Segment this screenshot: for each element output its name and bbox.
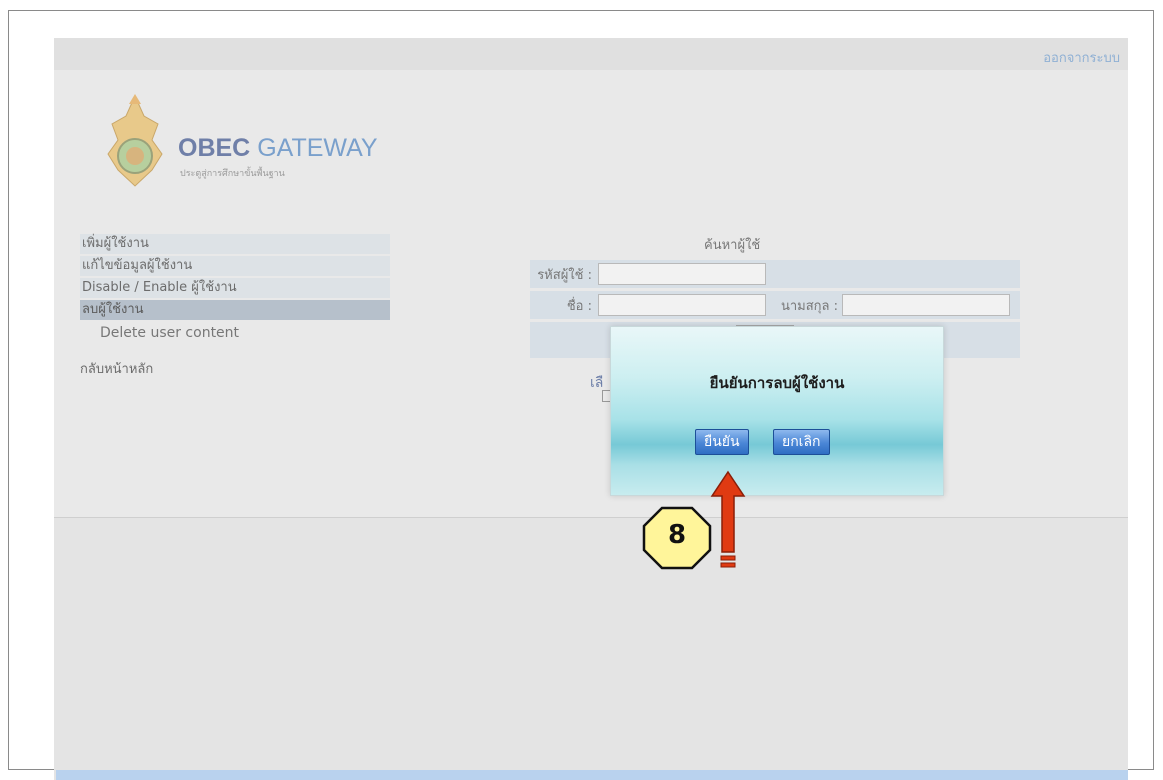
logo-title: OBEC GATEWAY	[178, 134, 378, 163]
name-row: ชื่อ : นามสกุล :	[530, 291, 1020, 319]
status-bar	[56, 770, 1128, 780]
sidebar-item-delete-user[interactable]: ลบผู้ใช้งาน	[80, 300, 390, 320]
logout-link[interactable]: ออกจากระบบ	[1043, 47, 1120, 68]
lastname-input[interactable]	[842, 294, 1010, 316]
dialog-title: ยืนยันการลบผู้ใช้งาน	[709, 374, 845, 392]
userid-row: รหัสผู้ใช้ :	[530, 260, 1020, 288]
step-number: 8	[667, 520, 687, 550]
userid-label: รหัสผู้ใช้ :	[537, 267, 592, 283]
sidebar-item-disable-enable-user[interactable]: Disable / Enable ผู้ใช้งาน	[80, 278, 390, 298]
sidebar-menu: เพิ่มผู้ใช้งาน แก้ไขข้อมูลผู้ใช้งาน Disa…	[80, 234, 390, 379]
logo-title-part2: GATEWAY	[257, 134, 378, 162]
firstname-input[interactable]	[598, 294, 766, 316]
logo-subtitle: ประตูสู่การศึกษาขั้นพื้นฐาน	[180, 169, 285, 179]
sidebar-item-edit-user[interactable]: แก้ไขข้อมูลผู้ใช้งาน	[80, 256, 390, 276]
search-title: ค้นหาผู้ใช้	[704, 238, 761, 253]
firstname-label: ชื่อ :	[566, 298, 592, 314]
confirm-delete-dialog: ยืนยันการลบผู้ใช้งาน ยืนยัน ยกเลิก	[610, 326, 944, 496]
page: ออกจากระบบ OBEC GATEWAY ประตูสู่การศึกษา…	[54, 38, 1128, 780]
sidebar-item-home[interactable]: กลับหน้าหลัก	[80, 358, 390, 379]
cancel-button[interactable]: ยกเลิก	[773, 429, 830, 455]
top-bar: ออกจากระบบ	[54, 38, 1128, 70]
obec-emblem-icon	[107, 94, 163, 187]
userid-input[interactable]	[598, 263, 766, 285]
red-arrow-icon	[710, 470, 746, 568]
sidebar-item-add-user[interactable]: เพิ่มผู้ใช้งาน	[80, 234, 390, 254]
confirm-button[interactable]: ยืนยัน	[695, 429, 749, 455]
sidebar-subitem-delete-user-content[interactable]: Delete user content	[80, 322, 390, 344]
logo-title-part1: OBEC	[178, 134, 251, 162]
lastname-label: นามสกุล :	[780, 298, 838, 314]
